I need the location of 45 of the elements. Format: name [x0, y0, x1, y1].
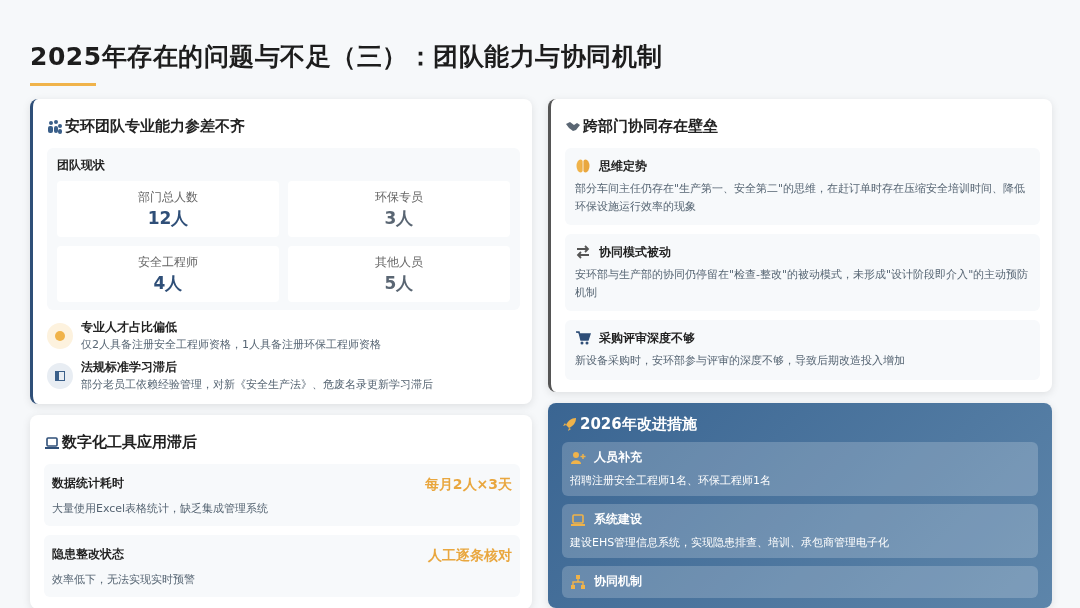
stat-value: 5人 — [384, 272, 414, 295]
item-title: 隐患整改状态 — [52, 547, 125, 562]
cart-icon — [575, 330, 591, 347]
page-title: 2025年存在的问题与不足（三）：团队能力与协同机制 — [30, 41, 664, 73]
stat-value: 4人 — [153, 272, 183, 295]
panel-label: 团队现状 — [57, 158, 106, 173]
card-heading: 2026年改进措施 — [580, 414, 697, 434]
laptop-icon — [44, 434, 60, 451]
card-heading: 安环团队专业能力参差不齐 — [65, 117, 245, 136]
item-title: 采购评审深度不够 — [599, 330, 695, 346]
item-text: 建设EHS管理信息系统，实现隐患排查、培训、承包商管理电子化 — [570, 534, 891, 550]
item-text: 招聘注册安全工程师1名、环保工程师1名 — [570, 472, 772, 488]
item-text: 大量使用Excel表格统计，缺乏集成管理系统 — [52, 501, 269, 516]
network-icon — [570, 573, 586, 590]
item-title: 系统建设 — [594, 512, 642, 528]
issue-title: 专业人才占比偏低 — [81, 320, 178, 335]
stat-value: 12人 — [147, 207, 189, 230]
item-title: 协同模式被动 — [599, 244, 671, 260]
item-title: 协同机制 — [594, 574, 642, 590]
issue-text: 仅2人具备注册安全工程师资格，1人具备注册环保工程师资格 — [81, 337, 381, 352]
item-figure: 人工逐条核对 — [428, 547, 512, 565]
card-heading: 数字化工具应用滞后 — [62, 433, 197, 452]
swap-arrows-icon — [575, 244, 591, 261]
item-title: 人员补充 — [594, 450, 642, 466]
dot-icon — [52, 328, 68, 344]
stat-value: 3人 — [384, 207, 414, 230]
card-heading: 跨部门协同存在壁垒 — [583, 117, 718, 136]
book-icon — [52, 368, 68, 384]
item-text: 新设备采购时，安环部参与评审的深度不够，导致后期改造投入增加 — [575, 353, 906, 370]
item-figure: 每月2人×3天 — [424, 476, 512, 494]
item-text: 效率低下，无法实现实时预警 — [52, 572, 195, 587]
item-title: 思维定势 — [599, 158, 647, 174]
brain-icon — [575, 158, 591, 174]
stat-label: 环保专员 — [375, 190, 423, 205]
item-title: 数据统计耗时 — [52, 476, 125, 491]
user-plus-icon — [570, 449, 586, 466]
stat-label: 部门总人数 — [138, 190, 198, 205]
issue-title: 法规标准学习滞后 — [81, 360, 178, 375]
item-text: 部分车间主任仍存在"生产第一、安全第二"的思维，在赶订单时存在压缩安全培训时间、降低环保设施运行效率的现象 — [575, 181, 1027, 215]
stat-label: 其他人员 — [375, 255, 423, 270]
stat-label: 安全工程师 — [138, 255, 198, 270]
issue-text: 部分老员工依赖经验管理，对新《安全生产法》、危废名录更新学习滞后 — [81, 377, 433, 392]
people-icon — [47, 118, 63, 135]
laptop-icon — [570, 511, 586, 528]
item-text: 安环部与生产部的协同仍停留在"检查-整改"的被动模式，未形成"设计阶段即介入"的主动预防机制 — [575, 267, 1030, 301]
